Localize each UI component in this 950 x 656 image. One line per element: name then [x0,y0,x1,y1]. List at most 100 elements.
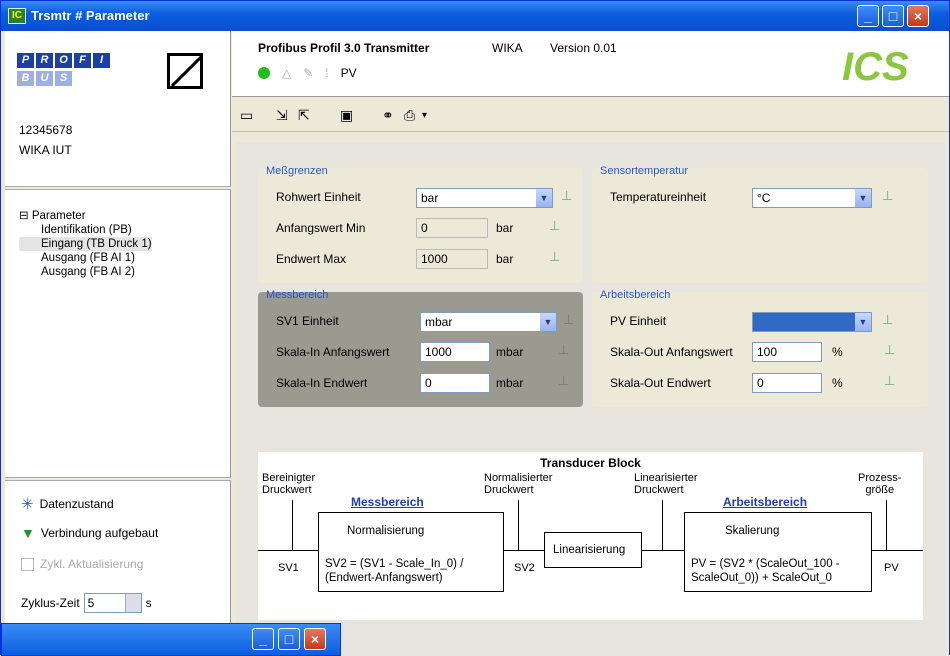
collapse-icon[interactable]: ⊟ [19,210,32,222]
group-title: Arbeitsbereich [600,289,671,301]
divider [5,186,231,190]
sv1-label: SV1 Einheit [276,314,339,328]
profibus-letter: R [36,53,53,68]
sensortemperatur-group: Sensortemperatur Temperatureinheit °C ▼ ⊥ [592,165,928,283]
sv1-select[interactable]: mbar ▼ [420,312,557,332]
pin-icon[interactable]: ⊥ [549,218,560,234]
pv-unit-select[interactable]: ▼ [752,312,872,332]
label-prozess: Prozess- größe [858,472,902,496]
unit-label: % [832,376,843,390]
minimized-window-bar[interactable]: _ □ × [1,623,341,656]
pv-label: PV [340,66,357,80]
cyclic-update-checkbox[interactable]: Zykl. Aktualisierung [21,557,143,571]
box-title: Linearisierung [553,544,626,556]
tree-item[interactable]: Ausgang (FB AI 2) [19,265,152,279]
cycle-time-control: Zyklus-Zeit 5 s [21,593,152,613]
pin-icon[interactable]: ⊥ [549,249,560,265]
profibus-letter: B [17,71,34,86]
download-icon[interactable]: ⇲ [276,107,288,124]
box-formula: SV2 = (SV1 - Scale_In_0) / (Endwert-Anfa… [325,558,464,584]
checkbox[interactable] [21,557,34,571]
data-state-indicator: ✳ Datenzustand [21,496,114,513]
scale-out-start-field[interactable]: 100 [752,342,822,362]
window-title: Trsmtr # Parameter [31,8,150,23]
minimize-button[interactable]: _ [252,628,274,650]
ics-logo: ICS [842,45,909,89]
pin-icon[interactable]: ⊥ [558,373,569,389]
divider [518,500,519,550]
binoculars-icon[interactable]: ⚭ [382,107,394,124]
messbereich-link[interactable]: Messbereich [351,496,424,508]
unit-label: mbar [496,345,524,359]
connection-icon: ▼ [21,525,35,541]
close-button[interactable]: × [304,628,326,650]
divider [292,500,293,550]
parameter-content: Meßgrenzen Rohwert Einheit bar ▼ ⊥ Anfang… [236,142,946,656]
profibus-letter: F [74,53,91,68]
rohwert-select[interactable]: bar ▼ [416,188,553,208]
pin-icon[interactable]: ⊥ [882,188,893,204]
scale-out-end-label: Skala-Out Endwert [610,376,711,390]
unit-label: % [832,345,843,359]
divider [504,550,544,551]
box-formula: PV = (SV2 * (ScaleOut_100 - ScaleOut_0))… [691,558,840,584]
sv1-label: SV1 [278,562,299,574]
divider [872,550,923,551]
print-icon[interactable]: ⎙ [404,107,415,124]
tree-item[interactable]: Identifikation (PB) [19,223,152,237]
skalierung-box: Skalierung PV = (SV2 * (ScaleOut_100 - S… [684,512,872,592]
info-icon: ⁞ [325,66,329,80]
scale-out-end-field[interactable]: 0 [752,373,822,393]
pin-icon[interactable]: ⊥ [561,188,572,204]
version: Version 0.01 [550,41,617,55]
spinner-icon[interactable] [124,594,141,612]
pin-icon[interactable]: ⊥ [884,373,895,389]
cycle-time-input[interactable]: 5 [83,593,142,613]
chevron-down-icon[interactable]: ▾ [422,110,427,121]
pin-icon[interactable]: ⊥ [884,342,895,358]
messbereich-group: Messbereich SV1 Einheit mbar ▼ ⊥ Skala-In… [258,289,583,407]
pv-unit-label: PV Einheit [610,314,667,328]
profibus-letter: U [36,71,53,86]
maximize-button[interactable]: □ [882,5,904,27]
device-id: 12345678 [19,123,73,137]
linearisierung-box: Linearisierung [544,532,642,568]
device-icon[interactable]: ▣ [340,107,353,124]
device-status-icon [167,53,203,89]
minimize-button[interactable]: _ [857,5,879,27]
left-panel: PROFI BUS 12345678 WIKA IUT ⊟ Parameter … [5,31,231,656]
min-field[interactable]: 0 [416,218,488,238]
pin-icon[interactable]: ⊥ [558,342,569,358]
pin-icon[interactable]: ⊥ [563,312,574,328]
scale-in-end-field[interactable]: 0 [420,373,490,393]
maximize-button[interactable]: □ [278,628,300,650]
messgrenzen-group: Meßgrenzen Rohwert Einheit bar ▼ ⊥ Anfang… [258,165,583,283]
max-field[interactable]: 1000 [416,249,488,269]
device-type: Profibus Profil 3.0 Transmitter [258,41,430,55]
tree-item[interactable]: Ausgang (FB AI 1) [19,251,152,265]
max-label: Endwert Max [276,252,347,266]
tree-root[interactable]: ⊟ Parameter [19,209,152,223]
chevron-down-icon: ▼ [540,313,556,331]
divider [258,550,318,551]
arbeitsbereich-link[interactable]: Arbeitsbereich [723,496,807,508]
title-bar[interactable]: IC Trsmtr # Parameter _ □ × [1,1,949,31]
temp-unit-select[interactable]: °C ▼ [752,188,872,208]
pin-icon[interactable]: ⊥ [882,312,893,328]
connection-indicator: ▼ Verbindung aufgebaut [21,525,159,541]
upload-icon[interactable]: ⇱ [298,107,310,124]
wrench-icon: ✎ [303,66,314,80]
box-title: Skalierung [725,525,780,537]
tree-item-selected[interactable]: Eingang (TB Druck 1) [19,237,152,251]
box-title: Normalisierung [347,525,425,537]
chevron-down-icon: ▼ [855,189,871,207]
profibus-letter: O [55,53,72,68]
label-bereinigter: Bereinigter Druckwert [262,472,316,496]
warning-icon: △ [282,66,292,80]
group-title: Messbereich [266,289,329,301]
window-icon[interactable]: ▭ [240,107,253,124]
normalisierung-box: Normalisierung SV2 = (SV1 - Scale_In_0) … [318,512,504,592]
transducer-block-diagram: Transducer Block Bereinigter Druckwert N… [258,452,923,620]
close-button[interactable]: × [907,5,929,27]
scale-in-start-field[interactable]: 1000 [420,342,490,362]
